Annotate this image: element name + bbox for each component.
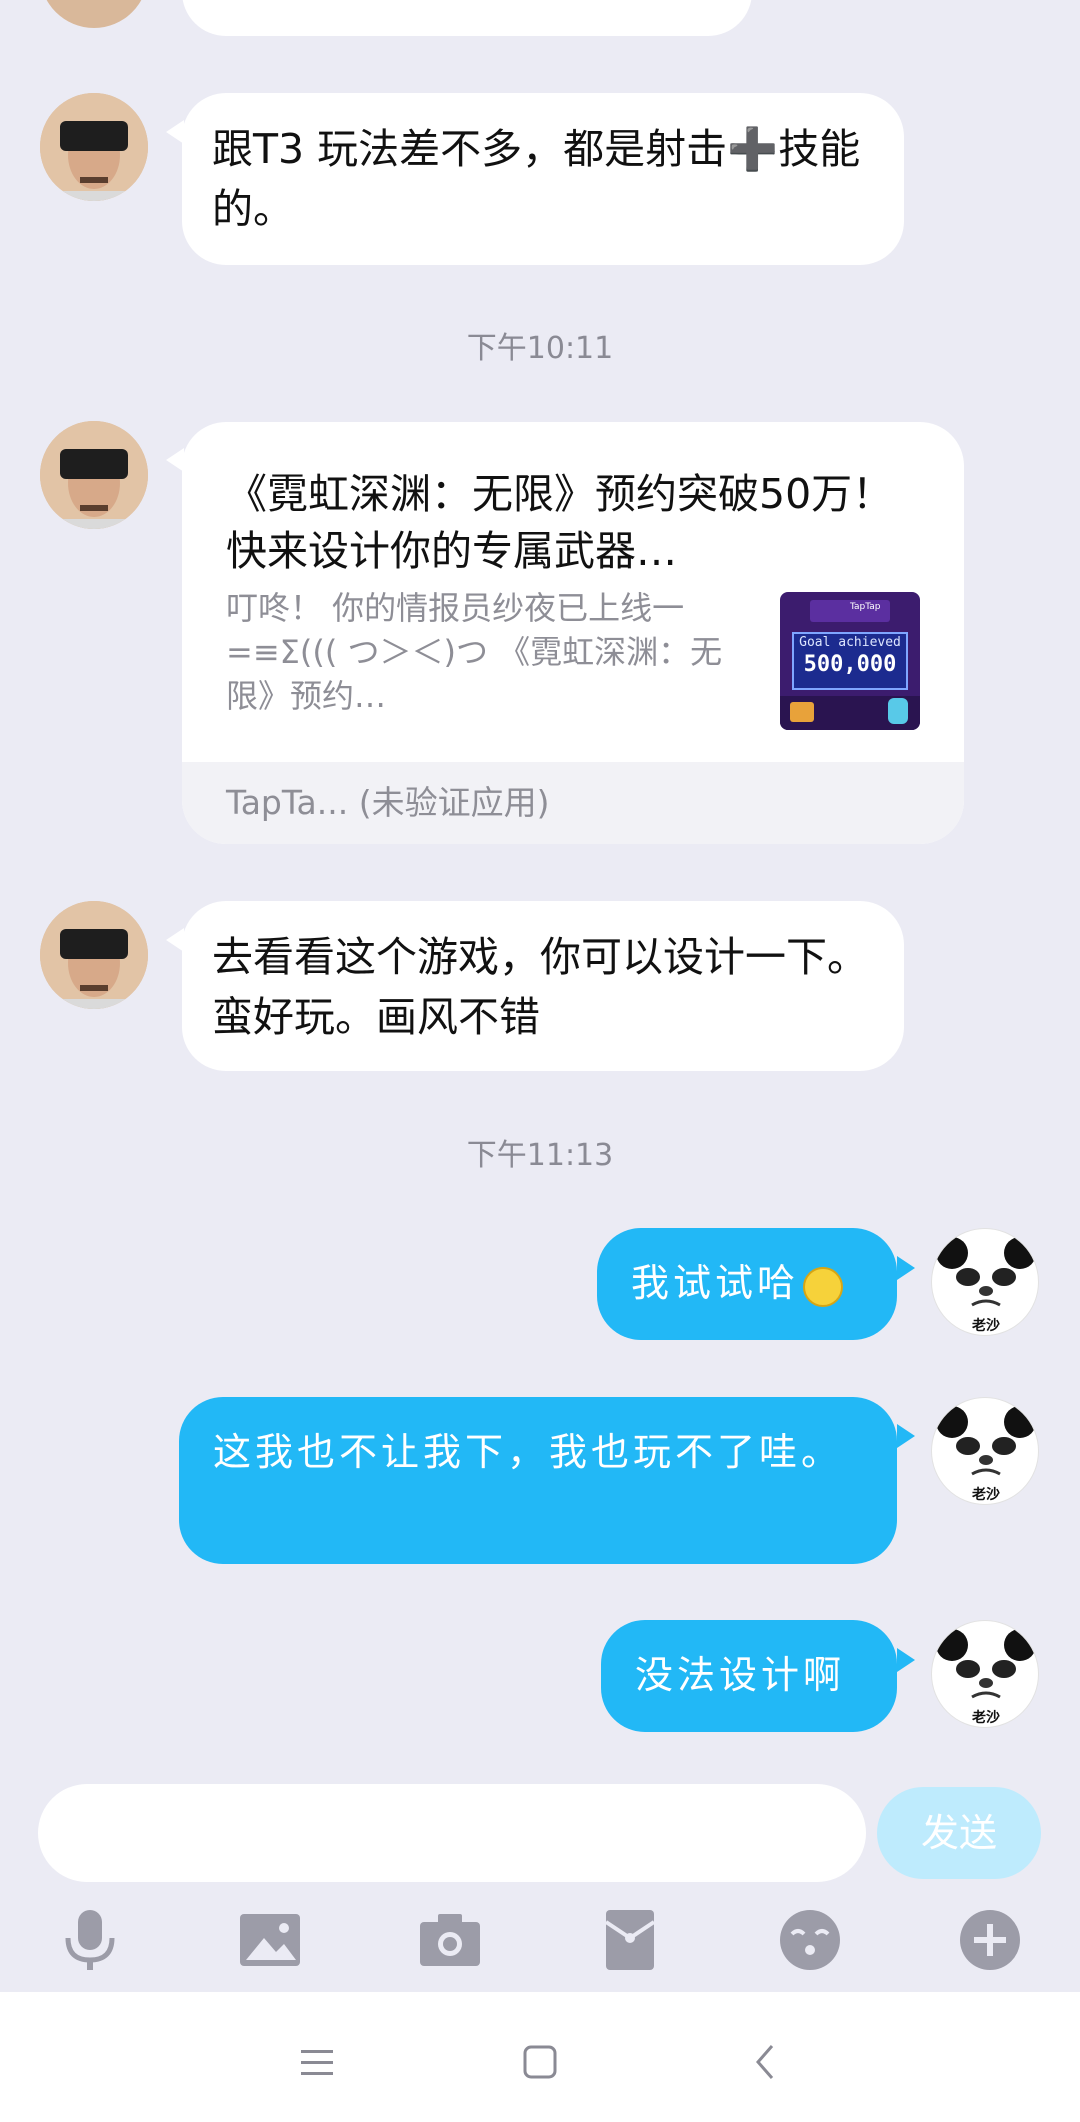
bubble-tail bbox=[897, 1424, 915, 1448]
bubble-tail bbox=[897, 1256, 915, 1280]
red-packet-icon[interactable] bbox=[598, 1908, 662, 1972]
card-title: 《霓虹深渊：无限》预约突破50万！快来设计你的专属武器… bbox=[226, 470, 894, 575]
outgoing-message-bubble[interactable]: 这我也不让我下，我也玩不了哇。 bbox=[179, 1397, 897, 1564]
my-avatar[interactable]: 老沙 bbox=[931, 1228, 1039, 1336]
image-icon[interactable] bbox=[238, 1908, 302, 1972]
timestamp: 下午11:13 bbox=[466, 1138, 614, 1173]
incoming-message-bubble[interactable]: 跟T3 玩法差不多，都是射击➕技能的。 bbox=[182, 93, 904, 265]
message-text: 没法设计啊 bbox=[635, 1653, 846, 1697]
emoji-icon[interactable] bbox=[778, 1908, 842, 1972]
thumbnail-goal-number: 500,000 bbox=[803, 652, 897, 677]
camera-icon[interactable] bbox=[418, 1908, 482, 1972]
timestamp: 下午10:11 bbox=[466, 331, 614, 366]
send-button[interactable]: 发送 bbox=[877, 1787, 1041, 1879]
outgoing-message-bubble[interactable]: 没法设计啊 bbox=[601, 1620, 897, 1732]
partial-message-bubble bbox=[182, 0, 752, 36]
contact-avatar[interactable] bbox=[40, 901, 148, 1009]
microphone-icon[interactable] bbox=[58, 1908, 122, 1972]
contact-avatar[interactable] bbox=[40, 421, 148, 529]
message-text: 去看看这个游戏，你可以设计一下。蛮好玩。画风不错 bbox=[212, 933, 868, 1041]
message-text: 我试试哈 bbox=[631, 1261, 800, 1305]
avatar-caption: 老沙 bbox=[972, 1318, 1000, 1334]
thumbnail-goal-text: Goal achieved bbox=[799, 635, 901, 650]
contact-avatar[interactable] bbox=[40, 93, 148, 201]
home-icon[interactable] bbox=[518, 2040, 562, 2084]
plus-icon[interactable] bbox=[958, 1908, 1022, 1972]
back-icon[interactable] bbox=[744, 2040, 788, 2084]
thumbnail-brand: TapTap bbox=[850, 602, 881, 612]
outgoing-message-bubble[interactable]: 我试试哈 bbox=[597, 1228, 897, 1340]
contact-avatar-image bbox=[40, 901, 148, 1009]
avatar-caption: 老沙 bbox=[972, 1710, 1000, 1726]
bubble-tail bbox=[897, 1648, 915, 1672]
contact-avatar-image bbox=[40, 421, 148, 529]
contact-avatar-image bbox=[40, 93, 148, 201]
my-avatar[interactable]: 老沙 bbox=[931, 1397, 1039, 1505]
card-description: 叮咚！ 你的情报员纱夜已上线一=≡Σ((( つ＞＜)つ 《霓虹深渊：无限》预约… bbox=[226, 589, 723, 715]
message-text: 跟T3 玩法差不多，都是射击➕技能的。 bbox=[212, 125, 861, 233]
shared-link-card[interactable]: 《霓虹深渊：无限》预约突破50万！快来设计你的专属武器… 叮咚！ 你的情报员纱夜… bbox=[182, 422, 964, 844]
incoming-message-bubble[interactable]: 去看看这个游戏，你可以设计一下。蛮好玩。画风不错 bbox=[182, 901, 904, 1071]
my-avatar[interactable]: 老沙 bbox=[931, 1620, 1039, 1728]
card-thumbnail: TapTap Goal achieved 500,000 bbox=[780, 592, 920, 730]
card-source: TapTa... (未验证应用) bbox=[182, 762, 964, 844]
smirk-emoji-icon bbox=[803, 1266, 844, 1307]
menu-icon[interactable] bbox=[295, 2040, 339, 2084]
message-text: 这我也不让我下，我也玩不了哇。 bbox=[213, 1430, 844, 1474]
message-input[interactable] bbox=[38, 1784, 866, 1882]
partial-message-avatar[interactable] bbox=[40, 0, 148, 28]
avatar-caption: 老沙 bbox=[972, 1487, 1000, 1503]
